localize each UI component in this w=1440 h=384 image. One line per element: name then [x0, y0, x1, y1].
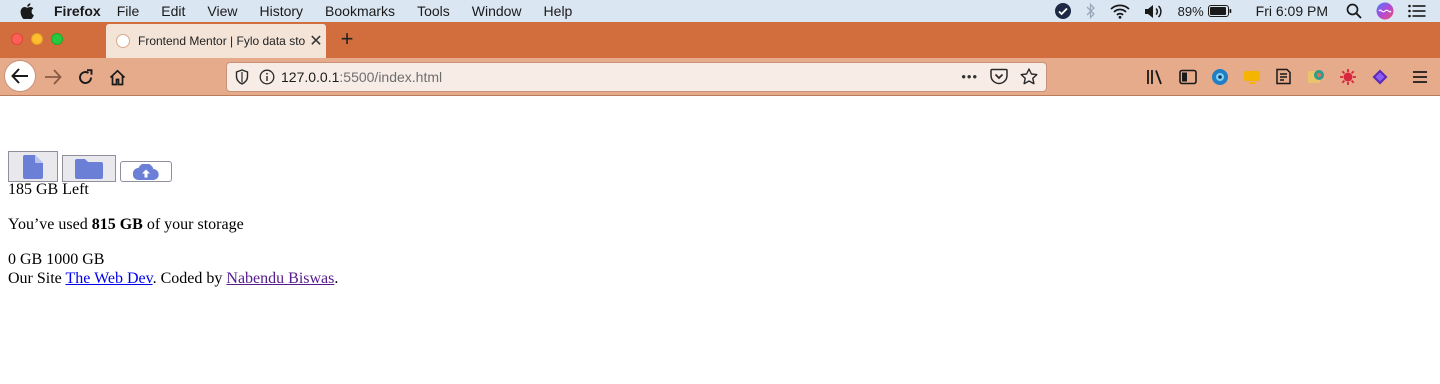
sidebar-icon[interactable] — [1178, 67, 1197, 86]
macos-menubar: Firefox File Edit View History Bookmarks… — [0, 0, 1440, 22]
siri-icon[interactable] — [1376, 2, 1394, 20]
close-window-button[interactable] — [11, 33, 23, 45]
storage-scale: 0 GB 1000 GB — [8, 251, 104, 269]
upload-button[interactable] — [120, 161, 172, 182]
scale-min-label: 0 GB — [8, 251, 43, 268]
hamburger-menu-icon[interactable] — [1410, 67, 1430, 87]
tab-active[interactable]: Frontend Mentor | Fylo data sto ✕ — [106, 24, 326, 58]
cloud-upload-icon — [133, 163, 159, 180]
storage-remaining: 185 GB Left — [8, 181, 89, 198]
extension-yellow-screen-icon[interactable] — [1242, 67, 1261, 86]
zoom-window-button[interactable] — [51, 33, 63, 45]
address-bar[interactable]: 127.0.0.1:5500/index.html ••• — [226, 62, 1047, 92]
tab-strip: Frontend Mentor | Fylo data sto ✕ + — [0, 22, 1440, 58]
menu-history[interactable]: History — [259, 0, 303, 22]
url-text[interactable]: 127.0.0.1:5500/index.html — [281, 69, 442, 85]
url-path: :5500/index.html — [339, 69, 443, 85]
extension-notes-icon[interactable] — [1274, 67, 1293, 86]
tab-favicon-icon — [116, 34, 130, 48]
back-arrow-icon — [11, 68, 28, 84]
navigation-toolbar: 127.0.0.1:5500/index.html ••• — [0, 58, 1440, 96]
home-button[interactable] — [102, 62, 132, 92]
menu-window[interactable]: Window — [472, 0, 522, 22]
footer-middle: . Coded by — [152, 270, 227, 287]
footer-suffix: . — [334, 270, 339, 287]
spotlight-search-icon[interactable] — [1346, 3, 1362, 19]
document-button[interactable] — [8, 151, 58, 182]
document-icon — [23, 154, 43, 179]
author-link[interactable]: Nabendu Biswas — [226, 270, 334, 287]
extension-red-virus-icon[interactable] — [1338, 67, 1357, 86]
usage-suffix: of your storage — [142, 216, 244, 233]
pocket-icon[interactable] — [990, 68, 1008, 85]
privacy-badge-icon[interactable] — [1054, 2, 1072, 20]
bluetooth-icon[interactable] — [1086, 3, 1096, 19]
menubar-clock[interactable]: Fri 6:09 PM — [1256, 3, 1328, 19]
menu-edit[interactable]: Edit — [161, 0, 185, 22]
url-host: 127.0.0.1 — [281, 69, 340, 85]
apple-icon[interactable] — [20, 3, 36, 19]
menu-file[interactable]: File — [117, 0, 140, 22]
reload-button[interactable] — [70, 62, 100, 92]
back-button[interactable] — [4, 60, 36, 92]
folder-icon — [75, 158, 103, 179]
site-info-icon[interactable] — [259, 69, 275, 85]
attribution-footer: Our Site The Web Dev. Coded by Nabendu B… — [8, 270, 338, 288]
tracking-protection-shield-icon[interactable] — [235, 69, 249, 85]
volume-icon[interactable] — [1144, 4, 1164, 19]
window-controls — [11, 33, 63, 45]
menu-bookmarks[interactable]: Bookmarks — [325, 0, 395, 22]
usage-amount: 815 GB — [91, 216, 143, 233]
page-viewport: 185 GB Left You’ve used 815 GB of your s… — [0, 97, 1440, 384]
storage-usage-text: You’ve used 815 GB of your storage — [8, 216, 244, 234]
home-icon — [109, 69, 125, 85]
menu-app-firefox[interactable]: Firefox — [54, 0, 101, 22]
reload-icon — [78, 68, 92, 84]
bookmark-star-icon[interactable] — [1020, 68, 1038, 85]
folder-button[interactable] — [62, 155, 116, 182]
scale-max-label: 1000 GB — [46, 251, 105, 268]
address-bar-actions: ••• — [961, 68, 1038, 85]
menu-help[interactable]: Help — [544, 0, 573, 22]
file-type-buttons — [8, 151, 176, 182]
extension-blue-globe-icon[interactable] — [1210, 67, 1229, 86]
library-icon[interactable] — [1146, 67, 1165, 86]
forward-button[interactable] — [38, 62, 68, 92]
extension-purple-layers-icon[interactable] — [1370, 67, 1389, 86]
page-actions-menu-icon[interactable]: ••• — [961, 69, 978, 84]
wifi-icon[interactable] — [1109, 4, 1130, 19]
battery-percent: 89% — [1177, 3, 1204, 19]
usage-prefix: You’ve used — [8, 216, 92, 233]
footer-prefix: Our Site — [8, 270, 66, 287]
forward-arrow-icon — [45, 69, 62, 85]
menu-tools[interactable]: Tools — [417, 0, 450, 22]
extension-color-picker-icon[interactable] — [1306, 67, 1325, 86]
menubar-status-area: 89% Fri 6:09 PM — [1054, 0, 1440, 22]
tab-title: Frontend Mentor | Fylo data sto — [138, 34, 306, 48]
new-tab-button[interactable]: + — [336, 28, 358, 50]
minimize-window-button[interactable] — [31, 33, 43, 45]
the-web-dev-link[interactable]: The Web Dev — [65, 270, 152, 287]
tab-close-icon[interactable]: ✕ — [308, 33, 324, 50]
notification-center-icon[interactable] — [1408, 4, 1426, 18]
battery-icon[interactable] — [1207, 5, 1232, 17]
menu-view[interactable]: View — [207, 0, 237, 22]
toolbar-extensions — [1146, 67, 1389, 86]
